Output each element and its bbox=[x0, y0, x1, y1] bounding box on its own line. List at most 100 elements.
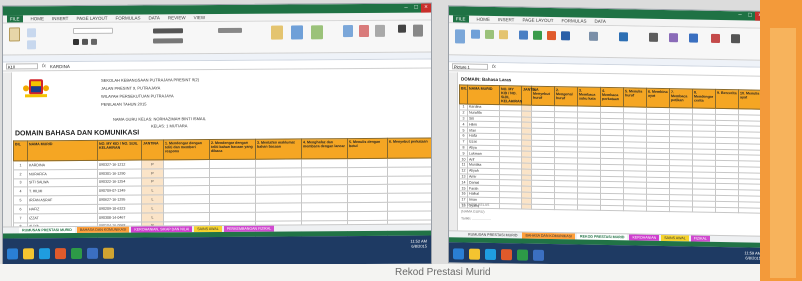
table-icon[interactable] bbox=[455, 29, 465, 44]
excel-taskbar-icon[interactable] bbox=[71, 247, 82, 259]
cell-score[interactable] bbox=[255, 185, 302, 195]
conditional-formatting-icon[interactable] bbox=[271, 25, 283, 40]
cell-score[interactable] bbox=[531, 203, 555, 210]
cell-score[interactable] bbox=[255, 176, 302, 186]
tab-review[interactable]: REVIEW bbox=[168, 14, 186, 21]
cell-jantina[interactable]: L bbox=[141, 212, 164, 222]
maximize-icon[interactable]: □ bbox=[745, 11, 755, 20]
pivotchart-icon[interactable] bbox=[589, 31, 598, 41]
cell-score[interactable] bbox=[255, 202, 302, 213]
cell-score[interactable] bbox=[669, 206, 693, 213]
cell-score[interactable] bbox=[347, 158, 388, 168]
tab-file[interactable]: FILE bbox=[7, 15, 23, 23]
cell-score[interactable] bbox=[163, 159, 210, 169]
name-box[interactable]: K10 bbox=[6, 63, 38, 70]
cell-score[interactable] bbox=[301, 193, 348, 203]
cell-score[interactable] bbox=[499, 203, 522, 210]
excel-taskbar-icon[interactable] bbox=[517, 248, 528, 261]
ie-browser-icon[interactable] bbox=[485, 248, 496, 260]
col-c6[interactable]: 6. Menyebut perkataan bbox=[387, 138, 432, 159]
tab-formulas[interactable]: FORMULAS bbox=[562, 17, 587, 24]
cell-bil[interactable]: 2 bbox=[13, 169, 28, 179]
textbox-icon[interactable] bbox=[649, 32, 658, 42]
cell-score[interactable] bbox=[255, 194, 302, 204]
cell-score[interactable] bbox=[163, 194, 210, 204]
cell-score[interactable] bbox=[387, 166, 432, 176]
col-c3[interactable]: 3. Mentafsir maklumat bahan bacaan bbox=[255, 138, 302, 160]
col-c2[interactable]: 2. Mendengar dengan teliti bahan bacaan … bbox=[209, 139, 256, 160]
chart-pie-icon[interactable] bbox=[547, 30, 556, 41]
cell-jantina[interactable]: P bbox=[141, 168, 164, 178]
folder-taskbar-icon[interactable] bbox=[103, 247, 114, 259]
cell-score[interactable] bbox=[646, 205, 670, 212]
cell-score[interactable] bbox=[209, 212, 256, 222]
equation-icon[interactable] bbox=[711, 33, 720, 43]
wrap-text-icon[interactable] bbox=[153, 38, 183, 44]
cell-score[interactable] bbox=[301, 167, 348, 177]
tab-view[interactable]: VIEW bbox=[194, 14, 206, 21]
cell-jantina[interactable]: L bbox=[141, 195, 164, 205]
cell-jantina[interactable]: L bbox=[141, 186, 164, 196]
file-explorer-icon[interactable] bbox=[469, 248, 480, 260]
col-header[interactable]: 9. Bercerita bbox=[715, 89, 739, 109]
wordart-icon[interactable] bbox=[689, 33, 698, 43]
start-windows-icon[interactable] bbox=[7, 247, 18, 259]
cell-score[interactable] bbox=[347, 167, 388, 177]
col-header[interactable]: 4. Membaca perkataan bbox=[600, 87, 624, 107]
paste-icon[interactable] bbox=[9, 27, 20, 42]
col-c5[interactable]: 5. Menulis dengan betul bbox=[347, 138, 388, 159]
name-box[interactable]: Picture 1 bbox=[452, 63, 488, 70]
cell-score[interactable] bbox=[163, 203, 210, 213]
cell-score[interactable] bbox=[255, 158, 302, 169]
row-headers[interactable] bbox=[3, 72, 12, 227]
underline-icon[interactable] bbox=[91, 38, 97, 45]
fx-icon[interactable]: fx bbox=[492, 64, 496, 70]
insert-cells-icon[interactable] bbox=[343, 25, 353, 38]
minimize-icon[interactable]: – bbox=[401, 4, 411, 13]
copy-icon[interactable] bbox=[27, 40, 36, 50]
row-headers[interactable] bbox=[449, 72, 458, 231]
cell-kp[interactable]: 090301-16-1290 bbox=[97, 168, 142, 178]
cell-score[interactable] bbox=[301, 211, 348, 221]
tab-insert[interactable]: INSERT bbox=[498, 16, 514, 23]
col-jantina[interactable]: JANTINA bbox=[141, 139, 164, 161]
col-c4[interactable]: 4. Menghafaz dan membaca dengan lancar bbox=[301, 138, 348, 159]
tab-file[interactable]: FILE bbox=[453, 15, 469, 23]
header-footer-icon[interactable] bbox=[669, 33, 678, 43]
tab-formulas[interactable]: FORMULAS bbox=[116, 15, 141, 22]
cell-score[interactable] bbox=[163, 185, 210, 196]
cell-score[interactable] bbox=[209, 168, 256, 178]
col-header[interactable]: 8. Mendengar cerita bbox=[692, 88, 716, 109]
tab-page-layout[interactable]: PAGE LAYOUT bbox=[522, 17, 553, 25]
col-header[interactable]: BIL bbox=[459, 84, 468, 105]
sort-filter-icon[interactable] bbox=[413, 24, 423, 37]
cell-kp[interactable]: 090327-16-1212 bbox=[97, 160, 142, 170]
cell-bil[interactable]: 1 bbox=[13, 160, 28, 170]
cell-jantina[interactable]: P bbox=[141, 177, 164, 187]
format-cells-icon[interactable] bbox=[375, 24, 385, 37]
close-icon[interactable]: × bbox=[421, 3, 431, 13]
cell-bil[interactable]: 6 bbox=[13, 204, 28, 214]
file-explorer-icon[interactable] bbox=[23, 247, 34, 259]
cell-score[interactable] bbox=[387, 201, 432, 212]
cell-score[interactable] bbox=[577, 204, 601, 211]
col-header[interactable]: 2. Mengenal huruf bbox=[554, 86, 578, 106]
cell-jantina[interactable]: L bbox=[141, 203, 164, 213]
cell-score[interactable] bbox=[387, 158, 432, 168]
cell-bil[interactable]: 5 bbox=[13, 196, 28, 205]
autosum-icon[interactable] bbox=[398, 24, 406, 33]
cell-bil[interactable]: 3 bbox=[13, 178, 28, 188]
italic-icon[interactable] bbox=[82, 38, 88, 45]
smartart-icon[interactable] bbox=[499, 30, 508, 40]
format-as-table-icon[interactable] bbox=[291, 25, 303, 40]
tab-insert[interactable]: INSERT bbox=[52, 15, 68, 22]
cell-score[interactable] bbox=[623, 205, 647, 212]
col-header[interactable]: JANTINA bbox=[521, 86, 539, 106]
cell-score[interactable] bbox=[692, 206, 716, 213]
cell-score[interactable] bbox=[209, 176, 256, 186]
cell-score[interactable] bbox=[163, 168, 210, 178]
cell-score[interactable] bbox=[715, 206, 739, 214]
word-taskbar-icon[interactable] bbox=[533, 249, 544, 261]
worksheet[interactable]: SEKOLAH KEBANGSAAN PUTRAJAYA PRESINT 9(2… bbox=[3, 69, 432, 267]
cell-score[interactable] bbox=[387, 175, 432, 185]
